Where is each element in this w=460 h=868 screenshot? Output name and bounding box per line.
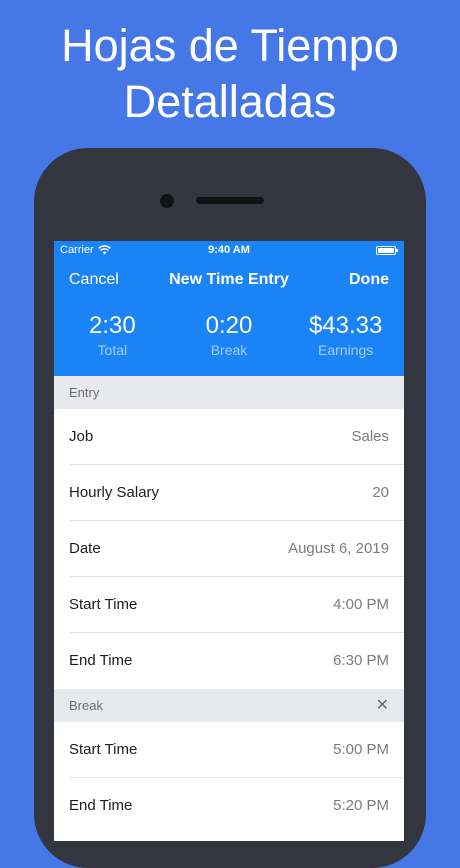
- status-bar: Carrier 9:40 AM: [54, 241, 404, 261]
- nav-bar: Cancel New Time Entry Done: [54, 269, 404, 293]
- row-value: 4:00 PM: [333, 596, 389, 613]
- camera-icon: [160, 194, 174, 208]
- battery-icon: [376, 246, 398, 255]
- break-section-label: Break: [69, 698, 103, 713]
- row-label: Start Time: [69, 741, 138, 758]
- row-value: 5:20 PM: [333, 797, 389, 814]
- navigation-header: Carrier 9:40 AM Cancel New Time Entry Do…: [54, 241, 404, 376]
- row-label: Job: [69, 428, 94, 445]
- speaker-grille: [196, 197, 264, 204]
- break-section-header: Break ✕: [54, 689, 404, 722]
- row-break-end-time[interactable]: End Time 5:20 PM: [54, 778, 404, 834]
- stat-earnings-label: Earnings: [318, 342, 374, 358]
- row-value: 20: [372, 484, 389, 501]
- row-label: Start Time: [69, 596, 138, 613]
- entry-section-label: Entry: [69, 385, 100, 400]
- row-label: Date: [69, 540, 101, 557]
- app-screen: Carrier 9:40 AM Cancel New Time Entry Do…: [54, 241, 404, 841]
- headline-line-1: Hojas de Tiempo: [61, 20, 399, 71]
- cancel-button[interactable]: Cancel: [69, 271, 119, 289]
- stat-earnings-value: $43.33: [308, 312, 383, 339]
- row-start-time[interactable]: Start Time 4:00 PM: [54, 577, 404, 633]
- stat-total: 2:30 Total: [54, 311, 171, 359]
- row-break-start-time[interactable]: Start Time 5:00 PM: [54, 722, 404, 778]
- stat-total-label: Total: [97, 342, 128, 358]
- row-label: End Time: [69, 652, 133, 669]
- stat-break-label: Break: [210, 342, 248, 358]
- row-end-time[interactable]: End Time 6:30 PM: [54, 633, 404, 689]
- headline-line-2: Detalladas: [123, 76, 337, 127]
- row-hourly-salary[interactable]: Hourly Salary 20: [54, 465, 404, 521]
- stat-break: 0:20 Break: [171, 311, 288, 359]
- row-value: August 6, 2019: [288, 540, 389, 557]
- row-label: Hourly Salary: [69, 484, 160, 501]
- entry-section-header: Entry: [54, 376, 404, 409]
- status-time: 9:40 AM: [208, 244, 250, 256]
- row-date[interactable]: Date August 6, 2019: [54, 521, 404, 577]
- marketing-headline: Hojas de Tiempo Detalladas: [0, 18, 460, 130]
- done-button[interactable]: Done: [349, 271, 389, 289]
- row-value: 5:00 PM: [333, 741, 389, 758]
- row-value: Sales: [351, 428, 389, 445]
- row-value: 6:30 PM: [333, 652, 389, 669]
- row-label: End Time: [69, 797, 133, 814]
- row-job[interactable]: Job Sales: [54, 409, 404, 465]
- close-icon[interactable]: ✕: [376, 695, 389, 715]
- stat-earnings: $43.33 Earnings: [287, 311, 404, 359]
- summary-stats: 2:30 Total 0:20 Break $43.33 Earnings: [54, 311, 404, 359]
- stat-break-value: 0:20: [205, 312, 253, 339]
- stat-total-value: 2:30: [88, 312, 136, 339]
